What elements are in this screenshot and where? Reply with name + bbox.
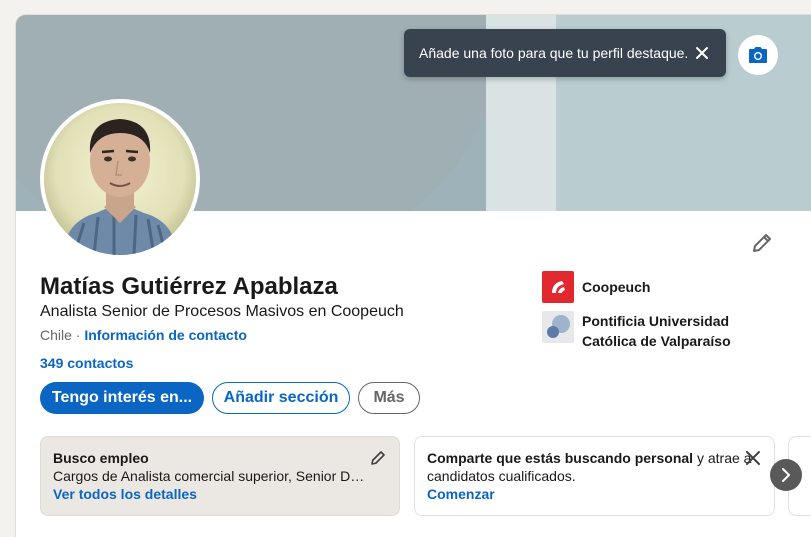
org-pucv[interactable]: Pontificia Universidad Católica de Valpa…	[542, 311, 772, 351]
pucv-logo	[542, 311, 574, 343]
open-to-button[interactable]: Tengo interés en...	[40, 382, 204, 414]
pencil-icon[interactable]	[750, 231, 774, 255]
add-section-button[interactable]: Añadir sección	[212, 382, 350, 414]
camera-icon	[749, 47, 767, 63]
connections-link[interactable]: 349 contactos	[40, 355, 133, 371]
profile-photo[interactable]	[40, 99, 200, 259]
open-to-work-card[interactable]: Busco empleo Cargos de Analista comercia…	[40, 436, 400, 516]
profile-card: Añade una foto para que tu perfil destaq…	[16, 15, 811, 537]
profile-headline: Analista Senior de Procesos Masivos en C…	[40, 303, 404, 320]
profile-actions: Tengo interés en... Añadir sección Más	[40, 382, 420, 414]
hiring-text-line1: Comparte que estás buscando personal y a…	[427, 449, 762, 467]
profile-name: Matías Gutiérrez Apablaza	[40, 273, 338, 300]
org-name-line2: Católica de Valparaíso	[582, 333, 731, 349]
hiring-text-rest: y atrae a	[693, 450, 752, 466]
toast-message: Añade una foto para que tu perfil destaq…	[419, 45, 689, 61]
more-button[interactable]: Más	[358, 382, 420, 414]
coopeuch-logo	[542, 271, 574, 303]
see-all-details-link[interactable]: Ver todos los detalles	[53, 485, 387, 503]
org-name-line1: Pontificia Universidad	[582, 313, 730, 329]
get-started-link[interactable]: Comenzar	[427, 485, 762, 503]
org-coopeuch[interactable]: Coopeuch	[542, 271, 772, 303]
carousel-next-button[interactable]	[770, 459, 802, 491]
hiring-text-bold: Comparte que estás buscando personal	[427, 450, 694, 466]
close-icon[interactable]	[692, 43, 712, 63]
open-to-work-roles: Cargos de Analista comercial superior, S…	[53, 468, 365, 484]
open-to-work-title: Busco empleo	[53, 450, 149, 466]
chevron-right-icon	[782, 468, 791, 482]
contact-info-link[interactable]: Información de contacto	[84, 327, 247, 343]
hiring-card[interactable]: Comparte que estás buscando personal y a…	[414, 436, 775, 516]
location: Chile	[40, 327, 72, 343]
photo-tip-toast: Añade una foto para que tu perfil destaq…	[404, 29, 726, 77]
organizations-list: Coopeuch Pontificia Universidad Católica…	[542, 271, 772, 359]
org-name: Coopeuch	[582, 279, 651, 295]
hiring-text-line2: candidatos cualificados.	[427, 468, 576, 484]
org-name: Pontificia Universidad Católica de Valpa…	[582, 311, 731, 351]
pencil-icon[interactable]	[369, 449, 387, 467]
edit-banner-button[interactable]	[738, 35, 778, 75]
separator: ·	[71, 327, 85, 343]
close-icon[interactable]	[744, 449, 762, 467]
location-row: Chile · Información de contacto	[40, 327, 247, 343]
